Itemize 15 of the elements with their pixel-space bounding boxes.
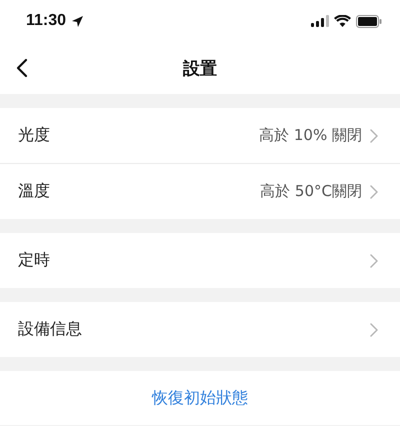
settings-row[interactable]: 定時 bbox=[0, 233, 400, 288]
wifi-icon bbox=[334, 15, 351, 27]
settings-row[interactable]: 光度 高於 10% 關閉 bbox=[0, 108, 400, 164]
settings-row[interactable]: 溫度 高於 50°C關閉 bbox=[0, 164, 400, 219]
back-icon[interactable] bbox=[16, 58, 28, 78]
chevron-right-icon bbox=[370, 184, 378, 198]
chevron-right-icon bbox=[370, 322, 378, 336]
chevron-right-icon bbox=[370, 128, 378, 142]
status-time: 11:30 bbox=[26, 12, 66, 30]
signal-icon bbox=[311, 15, 329, 27]
page-title: 設置 bbox=[183, 58, 217, 80]
location-arrow-icon bbox=[71, 14, 84, 28]
battery-icon bbox=[356, 14, 382, 28]
chevron-right-icon bbox=[370, 254, 378, 268]
settings-row[interactable]: 設備信息 bbox=[0, 302, 400, 357]
